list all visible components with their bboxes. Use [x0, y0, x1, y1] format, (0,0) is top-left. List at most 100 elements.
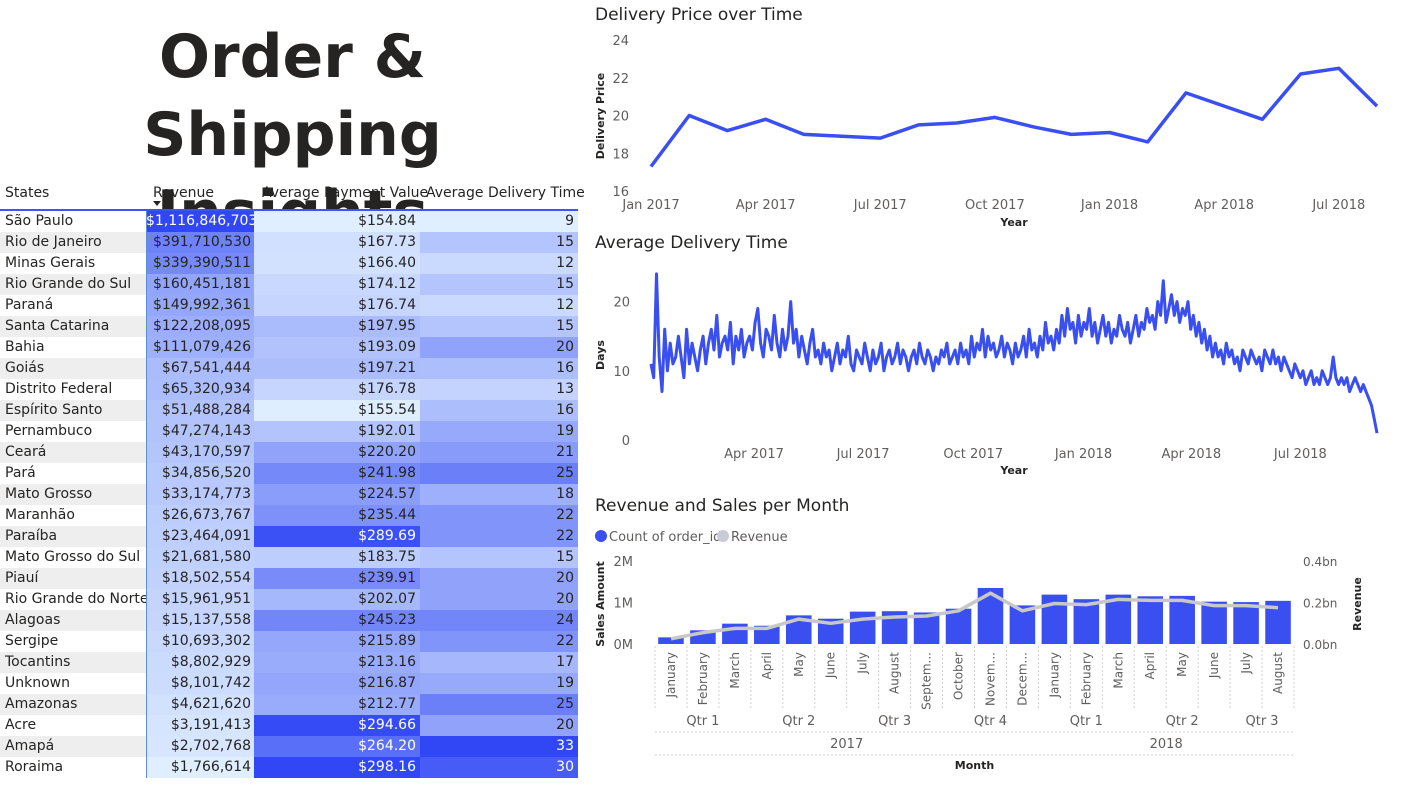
delivery-price-chart: 1618202224Jan 2017 Apr 2017 Jul 2017 Oct 20… — [594, 34, 1379, 229]
state-cell: Ceará — [0, 442, 146, 463]
quarter-label: Qtr 2 — [1166, 714, 1199, 729]
table-row[interactable]: Minas Gerais $339,390,511 $166.40 12 — [0, 253, 578, 274]
table-row[interactable]: Rio Grande do Sul $160,451,181 $174.12 15 — [0, 274, 578, 295]
y-tick-label: 18 — [612, 147, 629, 162]
table-row[interactable]: São Paulo $1,116,846,703 $154.84 9 — [0, 211, 578, 232]
revenue-cell: $2,702,768 — [146, 736, 254, 757]
payment-cell: $176.74 — [254, 295, 420, 316]
revenue-cell: $8,101,742 — [146, 673, 254, 694]
delivery-time-cell: 15 — [420, 547, 578, 568]
delivery-time-cell: 20 — [420, 337, 578, 358]
revenue-cell: $122,208,095 — [146, 316, 254, 337]
table-row[interactable]: Piauí $18,502,554 $239.91 20 — [0, 568, 578, 589]
delivery-price-line — [649, 66, 1379, 168]
table-row[interactable]: Sergipe $10,693,302 $215.89 22 — [0, 631, 578, 652]
revenue-cell: $8,802,929 — [146, 652, 254, 673]
state-cell: Mato Grosso do Sul — [5, 549, 141, 565]
state-cell: Rio Grande do Sul — [0, 274, 146, 295]
x-tick-label-month: Septem... — [920, 652, 934, 710]
delivery-time-cell: 21 — [420, 442, 578, 463]
revenue-cell: $67,541,444 — [146, 358, 254, 379]
legend-label-revenue: Revenue — [731, 530, 788, 545]
table-row[interactable]: Amapá $2,702,768 $264.20 33 — [0, 736, 578, 757]
x-tick-label: Jan 2018 — [1080, 198, 1138, 213]
x-tick-label-month: August — [888, 652, 902, 694]
table-row[interactable]: Alagoas $15,137,558 $245.23 24 — [0, 610, 578, 631]
table-row[interactable]: Mato Grosso do Sul $21,681,580 $183.75 15 — [0, 547, 578, 568]
header-average-delivery-time[interactable]: Average Delivery Time — [426, 184, 585, 202]
header-revenue[interactable]: Revenue — [153, 184, 214, 202]
x-tick-label-month: July — [1239, 652, 1253, 675]
state-cell: Piauí — [0, 568, 146, 589]
sort-desc-icon[interactable] — [153, 201, 161, 206]
table-row[interactable]: Tocantins $8,802,929 $213.16 17 — [0, 652, 578, 673]
payment-cell: $298.16 — [254, 757, 420, 778]
revenue-cell: $23,464,091 — [146, 526, 254, 547]
delivery-time-cell: 24 — [420, 610, 578, 631]
table-row[interactable]: Maranhão $26,673,767 $235.44 22 — [0, 505, 578, 526]
x-tick-label-month: February — [696, 652, 710, 705]
x-tick-label-month: May — [792, 652, 806, 677]
state-cell: Rio Grande do Norte — [5, 591, 146, 607]
table-row[interactable]: Rio de Janeiro $391,710,530 $167.73 15 — [0, 232, 578, 253]
table-row[interactable]: Acre $3,191,413 $294.66 20 — [0, 715, 578, 736]
table-row[interactable]: Unknown $8,101,742 $216.87 19 — [0, 673, 578, 694]
average-delivery-time-chart-title: Average Delivery Time — [595, 233, 788, 253]
state-cell: Bahia — [5, 339, 45, 355]
table-row[interactable]: Paraíba $23,464,091 $289.69 22 — [0, 526, 578, 547]
header-average-payment-value[interactable]: Average Payment Value — [262, 184, 428, 202]
state-cell: Tocantins — [0, 652, 146, 673]
payment-cell: $241.98 — [254, 463, 420, 484]
payment-cell: $154.84 — [254, 211, 420, 232]
payment-cell: $167.73 — [254, 232, 420, 253]
state-cell: Sergipe — [5, 633, 59, 649]
x-tick-label-month: January — [1047, 652, 1061, 699]
legend-marker-orders — [595, 530, 607, 542]
delivery-time-cell: 9 — [420, 211, 578, 232]
quarter-label: Qtr 1 — [1070, 714, 1103, 729]
revenue-cell: $15,961,951 — [146, 589, 254, 610]
revenue-cell: $34,856,520 — [146, 463, 254, 484]
table-row[interactable]: Goiás $67,541,444 $197.21 16 — [0, 358, 578, 379]
payment-cell: $245.23 — [254, 610, 420, 631]
x-tick-label: Jan 2018 — [1054, 447, 1112, 462]
state-cell: Rio de Janeiro — [0, 232, 146, 253]
x-axis-label: Month — [955, 759, 994, 772]
table-row[interactable]: Roraima $1,766,614 $298.16 30 — [0, 757, 578, 778]
table-row[interactable]: Pernambuco $47,274,143 $192.01 19 — [0, 421, 578, 442]
x-tick-label-month: April — [1143, 652, 1157, 679]
state-cell: Amapá — [0, 736, 146, 757]
table-row[interactable]: Bahia $111,079,426 $193.09 20 — [0, 337, 578, 358]
delivery-time-cell: 22 — [420, 631, 578, 652]
table-row[interactable]: Paraná $149,992,361 $176.74 12 — [0, 295, 578, 316]
table-row[interactable]: Rio Grande do Norte $15,961,951 $202.07 20 — [0, 589, 578, 610]
x-tick-label-month: October — [952, 652, 966, 700]
state-cell: Pará — [5, 465, 36, 481]
x-tick-label-month: June — [1207, 652, 1221, 679]
table-row[interactable]: Santa Catarina $122,208,095 $197.95 15 — [0, 316, 578, 337]
header-states[interactable]: States — [5, 184, 49, 202]
y2-tick-label: 0.0bn — [1303, 638, 1337, 652]
payment-cell: $235.44 — [254, 505, 420, 526]
table-row[interactable]: Espírito Santo $51,488,284 $155.54 16 — [0, 400, 578, 421]
delivery-time-cell: 20 — [420, 568, 578, 589]
delivery-time-cell: 30 — [420, 757, 578, 778]
year-label: 2018 — [1150, 737, 1183, 752]
x-tick-label-month: June — [824, 652, 838, 679]
state-cell: Santa Catarina — [0, 316, 146, 337]
delivery-time-cell: 33 — [420, 736, 578, 757]
delivery-time-cell: 15 — [420, 232, 578, 253]
table-row[interactable]: Distrito Federal $65,320,934 $176.78 13 — [0, 379, 578, 400]
x-tick-label-month: July — [856, 652, 870, 675]
revenue-cell: $4,621,620 — [146, 694, 254, 715]
delivery-time-cell: 19 — [420, 421, 578, 442]
table-row[interactable]: Amazonas $4,621,620 $212.77 25 — [0, 694, 578, 715]
y-axis-label: Days — [594, 340, 607, 370]
table-row[interactable]: Pará $34,856,520 $241.98 25 — [0, 463, 578, 484]
table-row[interactable]: Mato Grosso $33,174,773 $224.57 18 — [0, 484, 578, 505]
payment-cell: $264.20 — [254, 736, 420, 757]
payment-cell: $174.12 — [254, 274, 420, 295]
revenue-cell: $15,137,558 — [146, 610, 254, 631]
x-tick-label-month: May — [1175, 652, 1189, 677]
table-row[interactable]: Ceará $43,170,597 $220.20 21 — [0, 442, 578, 463]
